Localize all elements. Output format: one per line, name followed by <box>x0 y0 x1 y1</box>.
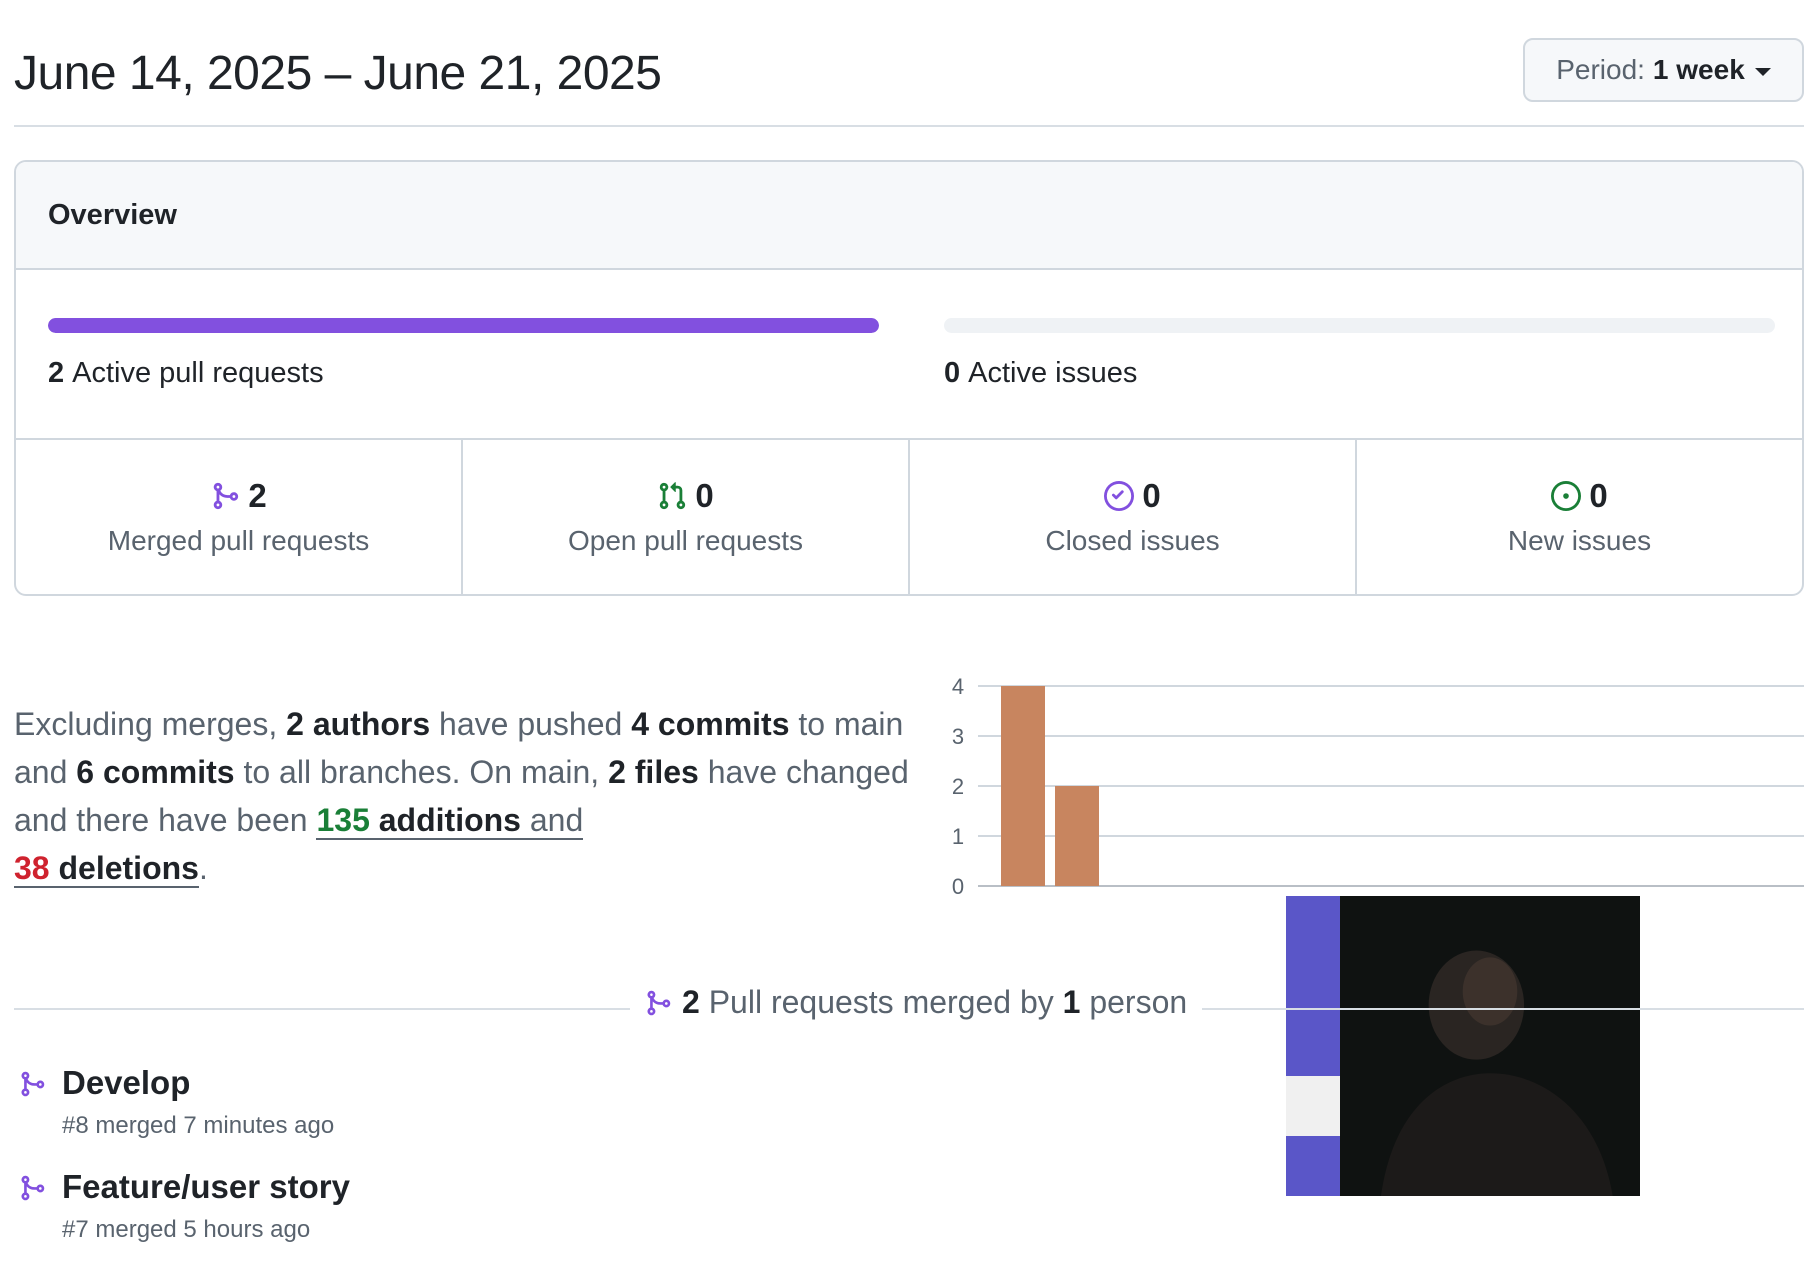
closed-issue-icon <box>1104 481 1135 511</box>
active-issues-count: 0 <box>944 357 961 389</box>
open-prs-label: Open pull requests <box>567 525 804 556</box>
open-prs-count: 0 <box>695 477 714 514</box>
pr-title-link[interactable]: Feature/user story <box>62 1168 350 1206</box>
overview-title: Overview <box>16 162 1802 270</box>
merged-prs-heading: 2 Pull requests merged by 1 person <box>636 984 1196 1021</box>
commit-bar[interactable] <box>1001 686 1045 886</box>
additions-link[interactable]: 135 additions and <box>316 802 584 840</box>
divider-line <box>14 1008 630 1010</box>
active-prs-text: Active pull requests <box>72 357 324 389</box>
caret-down-icon <box>1754 67 1771 76</box>
commits-by-author-chart: 0 1 2 3 4 <box>934 660 1804 1196</box>
merged-count: 2 <box>682 984 700 1020</box>
stat-closed-issues[interactable]: 0 Closed issues <box>910 440 1357 594</box>
summary-text: to all branches. On main, <box>234 754 609 790</box>
y-tick-label: 4 <box>952 674 964 699</box>
author-avatar[interactable] <box>1055 896 1640 1196</box>
y-tick-label: 3 <box>952 724 964 749</box>
merged-prs-count: 2 <box>248 477 267 514</box>
merged-text: Pull requests merged by <box>699 984 1063 1020</box>
new-issues-count: 0 <box>1589 477 1608 514</box>
deletions-word: deletions <box>49 850 199 886</box>
y-tick-label: 2 <box>952 774 964 799</box>
additions-and: and <box>520 802 584 838</box>
merged-pr-icon <box>647 990 671 1015</box>
new-issue-icon <box>1551 481 1582 511</box>
open-pr-icon <box>660 482 686 510</box>
active-prs-fill <box>48 318 879 333</box>
photo-avatar <box>1340 896 1640 1196</box>
merged-pr-icon <box>214 482 239 510</box>
period-dropdown-button[interactable]: Period: 1 week <box>1523 38 1804 102</box>
merged-prs-label: Merged pull requests <box>107 525 370 556</box>
summary-text: have pushed <box>430 706 632 742</box>
stat-merged-prs[interactable]: 2 Merged pull requests <box>16 440 463 594</box>
period-label: Period: <box>1556 54 1645 85</box>
additions-word: additions <box>369 802 521 838</box>
y-tick-label: 0 <box>952 874 964 899</box>
active-issues-section[interactable]: 0 Active issues <box>944 318 1775 390</box>
pr-meta: #8 merged 7 minutes ago <box>62 1112 335 1139</box>
divider-line <box>1202 1008 1804 1010</box>
active-prs-track <box>48 318 879 333</box>
merged-text-end: person <box>1080 984 1188 1020</box>
pr-meta: #7 merged 5 hours ago <box>62 1216 311 1243</box>
closed-issues-count: 0 <box>1142 477 1161 514</box>
authors-count: 2 authors <box>286 706 431 742</box>
new-issues-label: New issues <box>1507 525 1652 556</box>
commit-summary: Excluding merges, 2 authors have pushed … <box>14 700 934 892</box>
commits-main-count: 4 commits <box>631 706 790 742</box>
stat-open-prs[interactable]: 0 Open pull requests <box>463 440 910 594</box>
stats-row: 2 Merged pull requests 0 Open pull reque… <box>16 440 1802 594</box>
active-issues-label: 0 Active issues <box>944 357 1775 390</box>
active-prs-count: 2 <box>48 357 65 389</box>
commits-all-count: 6 commits <box>76 754 235 790</box>
date-range-title: June 14, 2025 – June 21, 2025 <box>14 47 662 100</box>
activity-bars: 2 Active pull requests 0 Active issues <box>16 270 1802 440</box>
files-count: 2 files <box>608 754 699 790</box>
active-issues-track <box>944 318 1775 333</box>
merged-prs-divider: 2 Pull requests merged by 1 person <box>14 980 1804 1026</box>
stat-new-issues[interactable]: 0 New issues <box>1357 440 1802 594</box>
active-issues-text: Active issues <box>968 357 1138 389</box>
y-tick-label: 1 <box>952 824 964 849</box>
deletions-count: 38 <box>14 850 50 886</box>
people-count: 1 <box>1062 984 1081 1020</box>
merged-pr-icon <box>21 1071 45 1097</box>
summary-text: . <box>198 850 208 886</box>
commit-bar[interactable] <box>1055 786 1099 886</box>
period-value: 1 week <box>1652 54 1745 85</box>
overview-panel: Overview 2 Active pull requests 0 Active i… <box>14 160 1804 596</box>
author-avatar[interactable] <box>1001 896 1586 1196</box>
merged-pr-icon <box>21 1175 45 1201</box>
active-prs-label: 2 Active pull requests <box>48 357 879 390</box>
summary-text: Excluding merges, <box>14 706 287 742</box>
deletions-link[interactable]: 38 deletions <box>14 850 199 888</box>
closed-issues-label: Closed issues <box>1045 525 1220 556</box>
header: June 14, 2025 – June 21, 2025 Period: 1 … <box>14 0 1804 127</box>
pr-title-link[interactable]: Develop <box>62 1064 190 1102</box>
additions-count: 135 <box>316 802 370 838</box>
active-prs-section[interactable]: 2 Active pull requests <box>48 318 879 390</box>
